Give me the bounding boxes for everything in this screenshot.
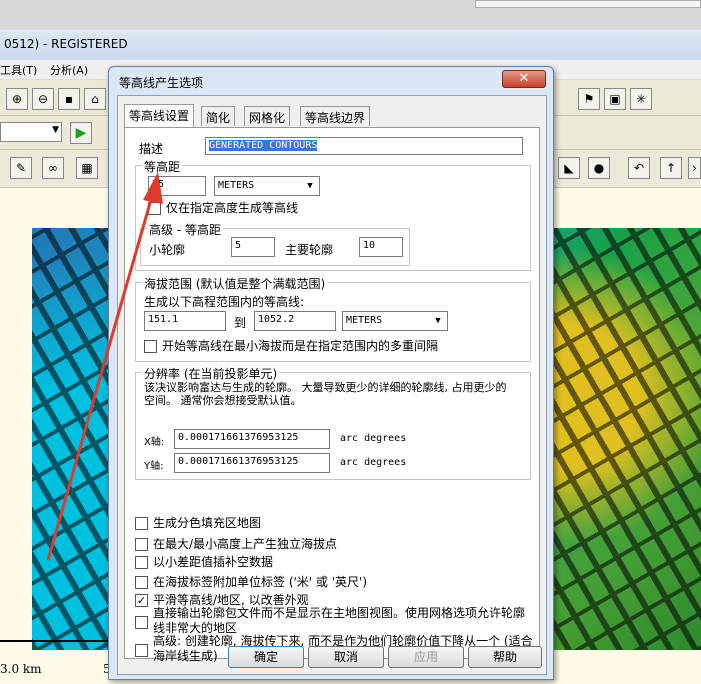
- annotation-arrow-icon: [46, 172, 163, 561]
